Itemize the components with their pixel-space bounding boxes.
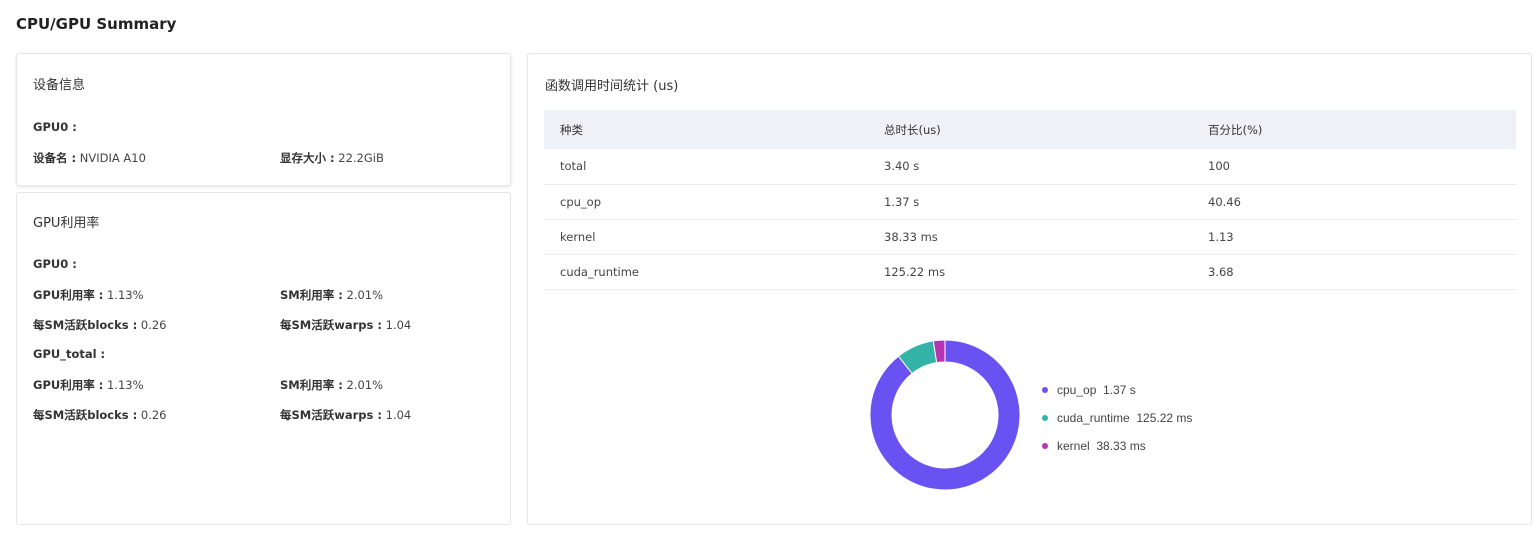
legend-item-cuda-runtime[interactable]: cuda_runtime 125.22 ms (1042, 404, 1192, 432)
gpu-util-card: GPU利用率 GPU0 : GPU利用率 : 1.13% SM利用率 : 2.0… (16, 192, 511, 525)
gpu0-blocks-field: 每SM活跃blocks : 0.26 (33, 317, 166, 333)
gpu-total-label: GPU_total : (33, 347, 106, 361)
gpu-total-blocks-value: 0.26 (140, 408, 167, 422)
gpu-total-sm-value: 2.01% (346, 378, 384, 392)
column-header-kind: 种类 (544, 110, 868, 149)
gpu0-warps-key: 每SM活跃warps : (280, 318, 382, 332)
legend-label: kernel 38.33 ms (1057, 439, 1146, 453)
legend-marker (1042, 387, 1048, 393)
table-row: total 3.40 s 100 (544, 149, 1516, 185)
table-cell: 1.37 s (868, 184, 1192, 220)
gpu-total-util-field: GPU利用率 : 1.13% (33, 377, 144, 393)
device-memory-value: 22.2GiB (338, 151, 384, 165)
gpu-total-sm-field: SM利用率 : 2.01% (280, 377, 383, 393)
gpu-total-util-value: 1.13% (106, 378, 144, 392)
table-cell: 3.40 s (868, 149, 1192, 185)
table-cell: kernel (544, 219, 868, 255)
gpu0-util-field: GPU利用率 : 1.13% (33, 287, 144, 303)
legend-item-cpu-op[interactable]: cpu_op 1.37 s (1042, 376, 1192, 404)
chart-legend: cpu_op 1.37 s cuda_runtime 125.22 ms kerne… (1042, 376, 1192, 460)
gpu0-sm-key: SM利用率 : (280, 288, 343, 302)
table-cell: cpu_op (544, 184, 868, 220)
legend-label: cpu_op 1.37 s (1057, 383, 1136, 397)
table-row: cuda_runtime 125.22 ms 3.68 (544, 254, 1516, 290)
device-memory-field: 显存大小 : 22.2GiB (280, 150, 384, 166)
gpu-total-blocks-field: 每SM活跃blocks : 0.26 (33, 407, 166, 423)
gpu0-sm-value: 2.01% (346, 288, 384, 302)
table-cell: 1.13 (1192, 219, 1516, 255)
column-header-percent: 百分比(%) (1192, 110, 1516, 149)
table-cell: cuda_runtime (544, 254, 868, 290)
table-cell: 100 (1192, 149, 1516, 185)
call-stats-title: 函数调用时间统计 (us) (545, 79, 679, 94)
gpu-total-warps-value: 1.04 (385, 408, 412, 422)
call-stats-table: 种类 总时长(us) 百分比(%) total 3.40 s 100 cpu_o… (544, 110, 1516, 290)
device-info-title: 设备信息 (33, 78, 86, 93)
device-name-value: NVIDIA A10 (79, 151, 146, 165)
page-title: CPU/GPU Summary (16, 15, 177, 33)
table-row: cpu_op 1.37 s 40.46 (544, 184, 1516, 220)
device-name-field: 设备名 : NVIDIA A10 (33, 150, 146, 166)
table-row: kernel 38.33 ms 1.13 (544, 219, 1516, 255)
device-gpu-label: GPU0 : (33, 120, 77, 134)
gpu-total-sm-key: SM利用率 : (280, 378, 343, 392)
device-name-key: 设备名 : (33, 151, 77, 165)
legend-item-kernel[interactable]: kernel 38.33 ms (1042, 432, 1192, 460)
gpu0-blocks-value: 0.26 (140, 318, 167, 332)
device-memory-key: 显存大小 : (280, 151, 335, 165)
gpu0-blocks-key: 每SM活跃blocks : (33, 318, 138, 332)
gpu0-warps-value: 1.04 (385, 318, 412, 332)
legend-label: cuda_runtime 125.22 ms (1057, 411, 1193, 425)
gpu-total-util-key: GPU利用率 : (33, 378, 104, 392)
table-cell: 3.68 (1192, 254, 1516, 290)
gpu0-label: GPU0 : (33, 257, 77, 271)
gpu0-util-key: GPU利用率 : (33, 288, 104, 302)
gpu-total-warps-key: 每SM活跃warps : (280, 408, 382, 422)
column-header-duration: 总时长(us) (868, 110, 1192, 149)
table-cell: total (544, 149, 868, 185)
gpu-util-title: GPU利用率 (33, 216, 100, 231)
gpu-total-blocks-key: 每SM活跃blocks : (33, 408, 138, 422)
gpu0-util-value: 1.13% (106, 288, 144, 302)
table-header-row: 种类 总时长(us) 百分比(%) (544, 110, 1516, 149)
table-cell: 38.33 ms (868, 219, 1192, 255)
legend-marker (1042, 415, 1048, 421)
gpu0-sm-field: SM利用率 : 2.01% (280, 287, 383, 303)
device-info-card: 设备信息 GPU0 : 设备名 : NVIDIA A10 显存大小 : 22.2… (16, 53, 511, 186)
time-donut-chart (869, 339, 1021, 491)
gpu-total-warps-field: 每SM活跃warps : 1.04 (280, 407, 411, 423)
table-cell: 125.22 ms (868, 254, 1192, 290)
call-stats-card: 函数调用时间统计 (us) 种类 总时长(us) 百分比(%) total 3.… (527, 53, 1532, 525)
gpu0-warps-field: 每SM活跃warps : 1.04 (280, 317, 411, 333)
legend-marker (1042, 443, 1048, 449)
table-cell: 40.46 (1192, 184, 1516, 220)
